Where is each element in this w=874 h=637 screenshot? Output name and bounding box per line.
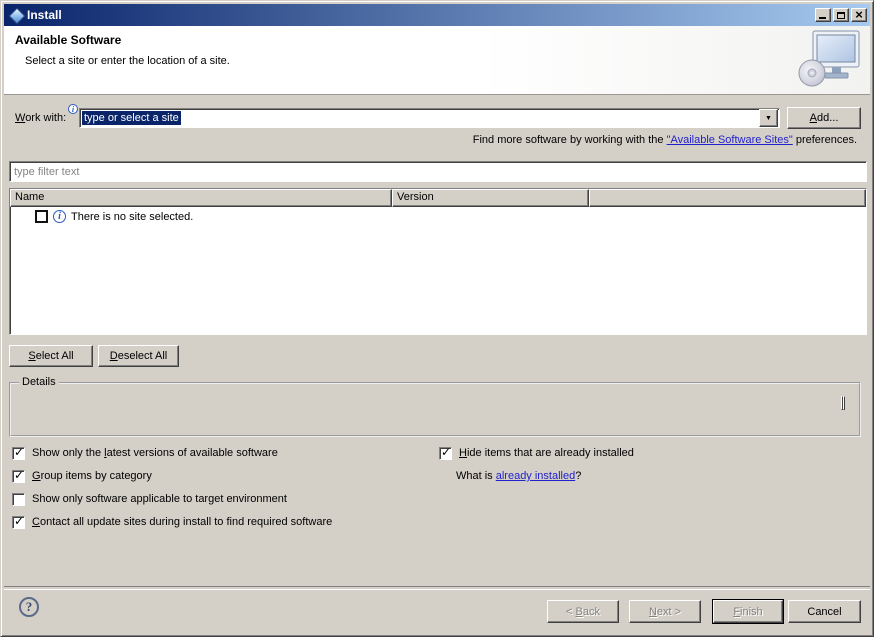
page-title: Available Software — [15, 33, 121, 47]
table-row[interactable]: i There is no site selected. — [10, 207, 866, 223]
help-button[interactable]: ? — [19, 597, 39, 617]
install-software-icon — [796, 29, 862, 94]
option-contact-update-sites[interactable]: ✓ Contact all update sites during instal… — [12, 515, 332, 529]
close-icon: × — [855, 10, 863, 20]
column-header-version[interactable]: Version — [392, 189, 589, 207]
eclipse-install-diamond-icon — [9, 8, 23, 22]
checkbox[interactable]: ✓ — [12, 447, 25, 460]
chevron-down-icon: ▼ — [765, 115, 772, 122]
finish-button[interactable]: Finish — [713, 600, 783, 623]
hint-suffix: preferences. — [793, 134, 857, 146]
no-site-selected-message: There is no site selected. — [71, 211, 193, 223]
details-label: Details — [19, 376, 59, 388]
already-installed-link[interactable]: already installed — [496, 470, 576, 482]
check-icon: ✓ — [441, 445, 451, 459]
footer-separator — [4, 586, 870, 590]
what-is-prefix: What is — [456, 470, 496, 482]
work-with-label: Work with: — [15, 112, 66, 124]
hint-prefix: Find more software by working with the — [473, 134, 667, 146]
info-icon: i — [53, 210, 66, 223]
option-hide-installed[interactable]: ✓ Hide items that are already installed — [439, 446, 634, 460]
window-controls: × — [815, 8, 867, 22]
titlebar[interactable]: Install × — [4, 4, 870, 26]
combo-dropdown-button[interactable]: ▼ — [759, 109, 778, 127]
filter-input[interactable] — [9, 161, 867, 182]
deselect-all-button[interactable]: Deselect All — [98, 345, 179, 367]
column-header-empty[interactable] — [589, 189, 866, 207]
details-group: Details — [9, 382, 861, 437]
back-button[interactable]: < Back — [547, 600, 619, 623]
select-all-button[interactable]: Select All — [9, 345, 93, 367]
info-icon: i — [68, 104, 78, 114]
checkbox[interactable]: ✓ — [12, 470, 25, 483]
check-icon: ✓ — [14, 468, 24, 482]
option-label: Show only software applicable to target … — [32, 493, 287, 505]
add-button[interactable]: Add... — [787, 107, 861, 129]
combo-selected-text: type or select a site — [82, 111, 181, 125]
row-checkbox[interactable] — [35, 210, 48, 223]
maximize-button[interactable] — [833, 8, 849, 22]
column-header-name[interactable]: Name — [10, 189, 392, 207]
details-resize-handle-icon[interactable] — [841, 397, 856, 409]
option-show-latest-versions[interactable]: ✓ Show only the latest versions of avail… — [12, 446, 278, 460]
minimize-button[interactable] — [815, 8, 831, 22]
check-icon: ✓ — [14, 445, 24, 459]
software-table[interactable]: Name Version i There is no site selected… — [9, 188, 867, 335]
wizard-banner: Available Software Select a site or ente… — [4, 26, 870, 95]
option-applicable-to-target[interactable]: ✓ Show only software applicable to targe… — [12, 492, 287, 506]
install-dialog: Install × Available Software Select a si… — [0, 0, 874, 637]
check-icon: ✓ — [14, 514, 24, 528]
available-software-sites-link[interactable]: "Available Software Sites" — [667, 134, 793, 146]
checkbox[interactable]: ✓ — [439, 447, 452, 460]
table-header: Name Version — [10, 189, 866, 207]
option-label: Show only the latest versions of availab… — [32, 447, 278, 459]
option-label: Group items by category — [32, 470, 152, 482]
checkbox[interactable]: ✓ — [12, 516, 25, 529]
next-button[interactable]: Next > — [629, 600, 701, 623]
checkbox[interactable]: ✓ — [12, 493, 25, 506]
maximize-icon — [837, 12, 845, 19]
combo-text[interactable]: type or select a site — [80, 111, 759, 125]
option-label: Hide items that are already installed — [459, 447, 634, 459]
option-label: Contact all update sites during install … — [32, 516, 332, 528]
window-title: Install — [27, 8, 815, 22]
dialog-body: Work with: i type or select a site ▼ Add… — [4, 95, 870, 633]
close-button[interactable]: × — [851, 8, 867, 22]
what-is-installed-line: What is already installed? — [456, 470, 581, 482]
minimize-icon — [819, 17, 826, 19]
page-subtitle: Select a site or enter the location of a… — [25, 55, 230, 67]
what-is-suffix: ? — [575, 470, 581, 482]
option-group-by-category[interactable]: ✓ Group items by category — [12, 469, 152, 483]
cancel-button[interactable]: Cancel — [788, 600, 861, 623]
find-more-hint: Find more software by working with the "… — [473, 134, 857, 146]
work-with-combo[interactable]: type or select a site ▼ — [79, 108, 780, 128]
help-icon: ? — [26, 599, 33, 615]
